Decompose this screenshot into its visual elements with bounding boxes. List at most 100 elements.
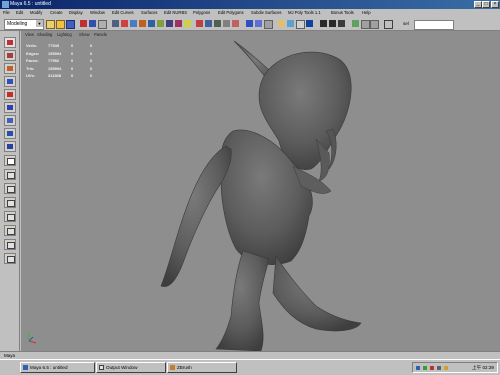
snap-view-plane-icon[interactable] [223,20,230,27]
rotate-icon [7,92,13,97]
tray-icon[interactable] [416,366,420,370]
outliner-layout-button[interactable] [4,225,16,236]
windows-taskbar: Maya 6.5 : untitled Output Window ZBrush… [0,359,500,375]
status-line-toolbar: Modeling ▼ sel [0,17,500,31]
close-button[interactable]: × [491,1,499,8]
persp-graph-layout-button[interactable] [4,197,16,208]
persp-outliner-layout-button[interactable] [4,183,16,194]
mask-handles-icon[interactable] [121,20,128,27]
hypershade-layout-icon [7,214,15,221]
show-hide-tool-settings-icon[interactable] [361,20,370,29]
mask-joints-icon[interactable] [130,20,137,27]
paint-select-tool-button[interactable] [4,63,16,74]
mask-rendering-icon[interactable] [175,20,182,27]
manipulator-tool-button[interactable] [4,115,16,126]
mask-deformations-icon[interactable] [157,20,164,27]
custom-layout-button[interactable] [4,253,16,264]
ipr-render-icon[interactable] [287,20,294,27]
persp-graph-icon [7,200,15,207]
maya-icon [23,365,28,370]
window-icon [99,365,104,370]
soft-mod-tool-button[interactable] [4,128,16,139]
tray-icon[interactable] [430,366,434,370]
scale-tool-button[interactable] [4,102,16,113]
pick-mask-icon[interactable] [112,20,119,27]
lasso-tool-button[interactable] [4,50,16,61]
select-object-icon[interactable] [89,20,96,27]
show-hide-attribute-editor-icon[interactable] [352,20,359,27]
menu-edit[interactable]: Edit [16,9,23,17]
clapboard-icon[interactable] [320,20,327,27]
maximize-button[interactable]: □ [482,1,490,8]
menu-create[interactable]: Create [50,9,63,17]
title-bar: Maya 6.5 : untitled _ □ × [0,0,500,9]
outliner-icon [7,228,15,235]
tray-icon[interactable] [437,366,441,370]
menu-modify[interactable]: Modify [30,9,42,17]
last-tool-button[interactable] [4,141,16,152]
menu-bonus-tools[interactable]: Bonus Tools [331,9,354,17]
menu-window[interactable]: Window [90,9,105,17]
make-live-icon[interactable] [232,20,239,27]
minimize-button[interactable]: _ [474,1,482,8]
menu-edit-polygons[interactable]: Edit Polygons [218,9,244,17]
script-editor-layout-button[interactable] [4,239,16,250]
render-settings-icon[interactable] [338,20,345,27]
toolbox [0,31,20,351]
maya-app-icon [2,1,9,8]
perspective-viewport[interactable]: View Shading Lighting Show Panels Verts:… [21,31,500,351]
mask-curves-icon[interactable] [139,20,146,27]
menu-edit-nurbs[interactable]: Edit NURBS [164,9,187,17]
move-tool-button[interactable] [4,76,16,87]
single-perspective-layout-button[interactable] [4,155,16,166]
hypershade-icon[interactable] [306,20,313,27]
menu-display[interactable]: Display [69,9,83,17]
select-tool-button[interactable] [4,37,16,48]
menu-help[interactable]: Help [362,9,371,17]
rotate-tool-button[interactable] [4,89,16,100]
menu-surfaces[interactable]: Surfaces [141,9,158,17]
output-connections-icon[interactable] [255,20,262,27]
zbrush-icon [170,365,175,370]
mask-dynamics-icon[interactable] [166,20,173,27]
task-label: ZBrush [177,365,192,370]
show-hide-channel-box-icon[interactable] [370,20,379,29]
menu-set-value: Modeling [7,21,28,27]
system-tray: 上午 02:39 [412,362,498,373]
single-view-icon [7,158,15,165]
menu-subdiv-surfaces[interactable]: Subdiv Surfaces [251,9,282,17]
input-connections-icon[interactable] [246,20,253,27]
clapboard-ipr-icon[interactable] [329,20,336,27]
mask-surfaces-icon[interactable] [148,20,155,27]
menu-file[interactable]: File [3,9,10,17]
select-component-icon[interactable] [98,20,107,29]
tray-icon[interactable] [423,366,427,370]
menu-polygons[interactable]: Polygons [193,9,210,17]
task-output-window[interactable]: Output Window [96,362,166,373]
lasso-icon [7,53,13,58]
new-scene-icon[interactable] [46,20,55,29]
save-scene-icon[interactable] [66,20,75,29]
menu-set-selector[interactable]: Modeling ▼ [4,19,44,30]
task-zbrush[interactable]: ZBrush [167,362,237,373]
clock[interactable]: 上午 02:39 [472,363,494,373]
snap-grid-icon[interactable] [196,20,203,27]
input-mode-icon[interactable] [384,20,393,29]
quick-selection-field[interactable] [414,20,454,30]
snap-curve-icon[interactable] [205,20,212,27]
menu-edit-curves[interactable]: Edit Curves [112,9,134,17]
four-view-layout-button[interactable] [4,169,16,180]
tray-icon[interactable] [444,366,448,370]
mask-misc-icon[interactable] [184,20,191,27]
menu-mj-poly-tools[interactable]: MJ Poly Tools 1.1 [288,9,321,17]
render-globals-icon[interactable] [296,20,305,29]
snap-point-icon[interactable] [214,20,221,27]
persp-outliner-icon [7,186,15,193]
hypershade-layout-button[interactable] [4,211,16,222]
open-scene-icon[interactable] [56,20,65,29]
render-frame-icon[interactable] [278,20,285,27]
construction-history-icon[interactable] [264,20,273,29]
task-maya[interactable]: Maya 6.5 : untitled [20,362,95,373]
creature-model[interactable] [21,31,500,351]
select-hierarchy-icon[interactable] [80,20,87,27]
